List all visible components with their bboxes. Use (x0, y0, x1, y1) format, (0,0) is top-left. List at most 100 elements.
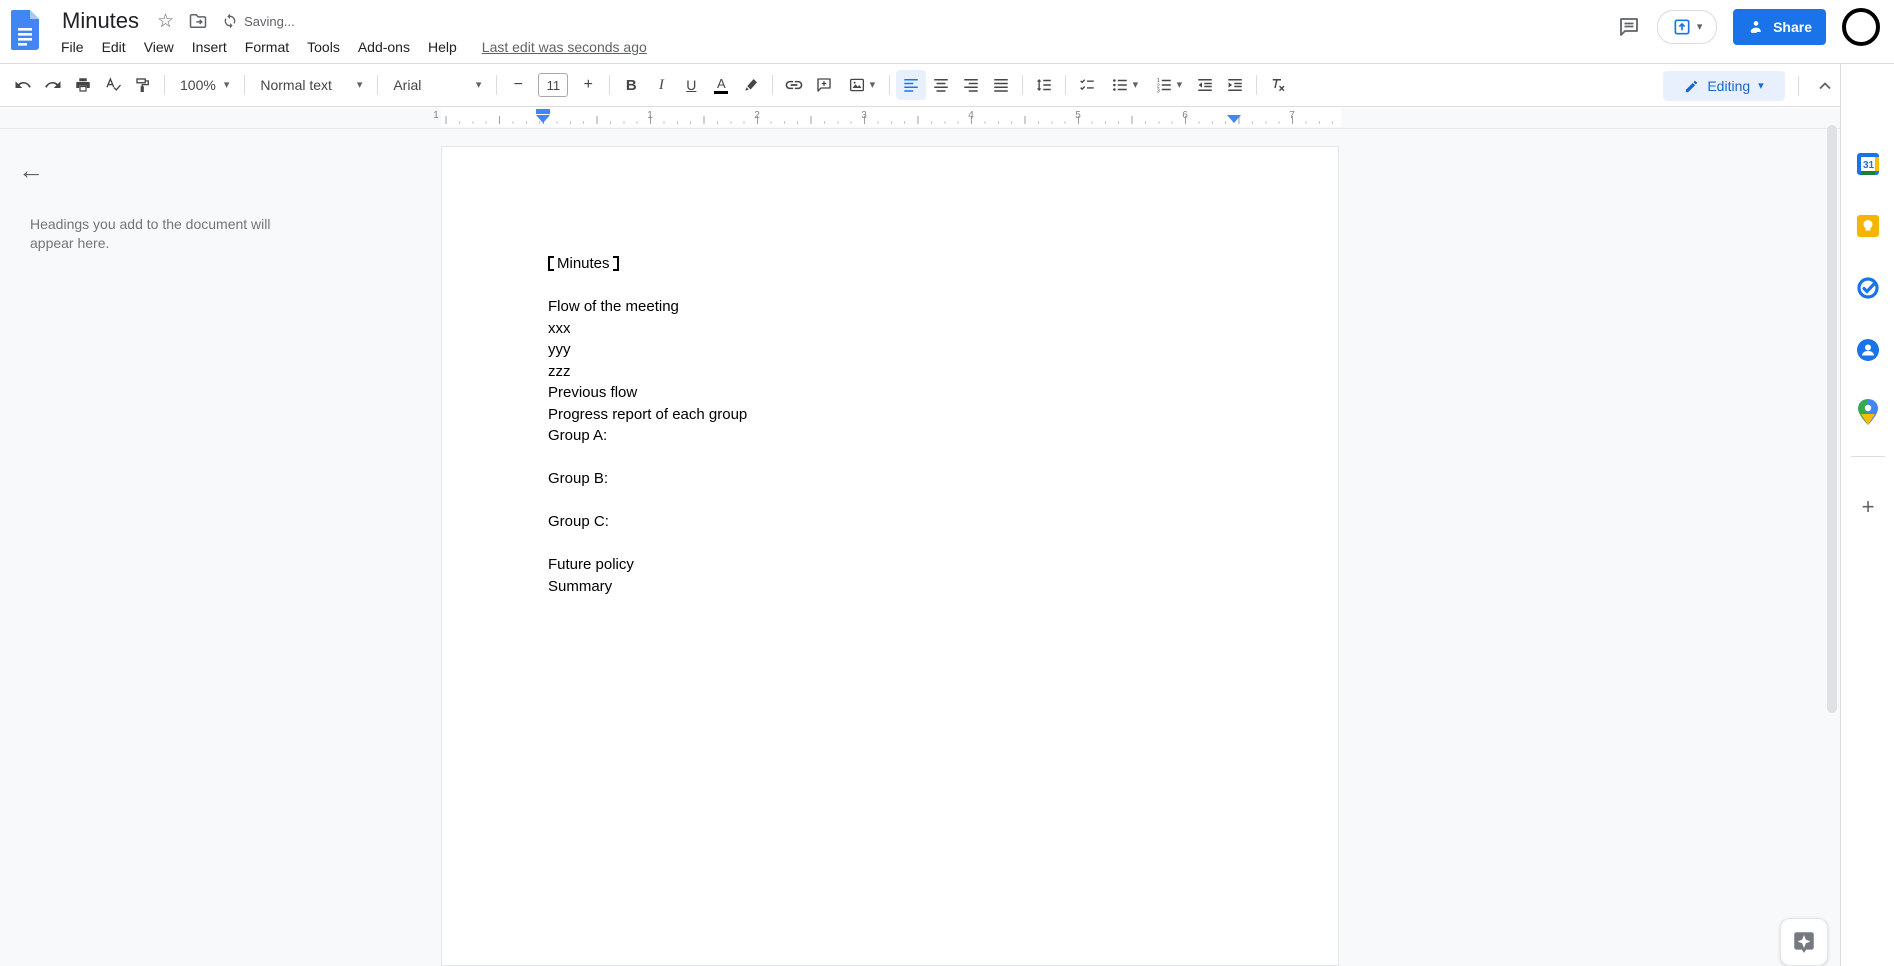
outline-placeholder-text: Headings you add to the document will ap… (30, 216, 271, 251)
decrease-font-size-button[interactable]: − (503, 70, 533, 100)
text-color-button[interactable]: A (706, 70, 736, 100)
toolbar-separator (889, 75, 891, 95)
menu-item[interactable]: Help (419, 34, 466, 60)
insert-image-button[interactable]: ▾ (839, 70, 883, 100)
highlight-color-button[interactable] (736, 70, 766, 100)
toolbar: 100% ▾ Normal text ▾ Arial ▾ − 11 + B I … (0, 64, 1840, 107)
open-in-button[interactable]: ▾ (1657, 10, 1718, 44)
google-tasks-icon[interactable] (1855, 275, 1881, 301)
menu-item[interactable]: Insert (183, 34, 236, 60)
share-person-icon (1750, 21, 1761, 33)
comment-history-icon[interactable] (1617, 15, 1641, 39)
menu-bar: File Edit View Insert Format Tools Add-ons Help… (52, 34, 647, 60)
dropdown-arrow-icon: ▾ (475, 78, 482, 91)
add-comment-button[interactable] (809, 70, 839, 100)
underline-button[interactable]: U (676, 70, 706, 100)
ruler-inch-num: 4 (968, 110, 974, 121)
print-button[interactable] (68, 70, 98, 100)
share-button[interactable]: Share (1733, 9, 1826, 45)
chevron-up-icon (1819, 82, 1831, 90)
ruler-inch-num: 7 (1289, 110, 1295, 121)
docs-logo-icon[interactable] (11, 10, 39, 50)
account-avatar[interactable] (1842, 8, 1880, 46)
increase-indent-button[interactable] (1220, 70, 1250, 100)
ruler-inch-num: 2 (754, 110, 760, 121)
document-canvas: ← Headings you add to the document will … (0, 129, 1840, 966)
first-line-indent-marker[interactable] (536, 109, 550, 114)
align-center-button[interactable] (926, 70, 956, 100)
document-title[interactable]: Minutes (58, 6, 143, 36)
menu-item[interactable]: Add-ons (349, 34, 419, 60)
editing-mode-button[interactable]: Editing ▾ (1663, 71, 1785, 101)
toolbar-separator (1256, 75, 1258, 95)
right-lenticular-bracket-icon (612, 256, 619, 272)
doc-title-line: Minutes (548, 253, 747, 275)
decrease-indent-button[interactable] (1190, 70, 1220, 100)
toolbar-separator (609, 75, 611, 95)
bulleted-list-button[interactable]: ▾ (1102, 70, 1146, 100)
bold-button[interactable]: B (616, 70, 646, 100)
undo-button[interactable] (8, 70, 38, 100)
paragraph-styles-select[interactable]: Normal text ▾ (251, 70, 371, 100)
insert-link-button[interactable] (779, 70, 809, 100)
explore-button[interactable] (1780, 918, 1828, 966)
doc-line: Previous flow (548, 384, 638, 401)
redo-button[interactable] (38, 70, 68, 100)
share-button-label: Share (1773, 19, 1812, 35)
doc-line (548, 490, 747, 512)
align-left-button[interactable] (896, 70, 927, 100)
ruler[interactable]: 1 1 2 3 4 5 6 7 (0, 108, 1894, 129)
paragraph-style-value: Normal text (260, 77, 332, 93)
vertical-scrollbar[interactable] (1827, 125, 1837, 713)
google-contacts-icon[interactable] (1855, 337, 1881, 363)
ruler-inch-numbers: 1 2 3 4 5 6 7 (0, 108, 1894, 128)
zoom-select[interactable]: 100% ▾ (171, 70, 238, 100)
menu-item[interactable]: Tools (298, 34, 349, 60)
checklist-button[interactable] (1072, 70, 1102, 100)
menu-items: File Edit View Insert Format Tools Add-ons Help (52, 34, 466, 60)
google-maps-icon[interactable] (1855, 399, 1881, 425)
document-page[interactable]: Minutes Flow of the meeting xxx yyy zzz Prev… (441, 146, 1339, 966)
pencil-icon (1686, 80, 1698, 92)
rail-divider (1851, 456, 1885, 457)
doc-line: Future policy (548, 556, 634, 573)
menu-item[interactable]: File (52, 34, 93, 60)
ruler-inch-num: 5 (1075, 110, 1081, 121)
close-outline-arrow-icon[interactable]: ← (18, 157, 44, 183)
right-indent-marker[interactable] (1227, 115, 1241, 123)
doc-line: Summary (548, 577, 613, 595)
justify-button[interactable] (986, 70, 1016, 100)
saving-status-text: Saving... (244, 13, 295, 29)
menu-item[interactable]: Format (236, 34, 298, 60)
move-to-folder-icon[interactable] (188, 11, 208, 31)
clear-formatting-button[interactable] (1263, 70, 1293, 100)
doc-line: zzz (548, 362, 571, 380)
line-spacing-button[interactable] (1029, 70, 1059, 100)
dropdown-arrow-icon: ▾ (223, 78, 230, 91)
google-calendar-icon[interactable]: 31 (1855, 151, 1881, 177)
numbered-list-button[interactable]: 123 ▾ (1146, 70, 1190, 100)
header-actions: ▾ Share (1617, 8, 1880, 46)
doc-line (548, 533, 747, 555)
hide-menus-button[interactable] (1810, 71, 1840, 101)
last-edit-link[interactable]: Last edit was seconds ago (482, 34, 647, 60)
increase-font-size-button[interactable]: + (573, 70, 603, 100)
get-add-ons-button[interactable]: + (1855, 494, 1881, 520)
menu-item[interactable]: View (135, 34, 183, 60)
text-color-icon: A (714, 77, 729, 94)
font-select[interactable]: Arial ▾ (384, 70, 490, 100)
menu-item[interactable]: Edit (93, 34, 135, 60)
paint-format-button[interactable] (128, 70, 158, 100)
star-icon[interactable]: ☆ (157, 12, 174, 31)
font-size-value[interactable]: 11 (538, 73, 569, 97)
left-indent-marker[interactable] (536, 115, 550, 123)
spelling-check-button[interactable] (98, 70, 128, 100)
saving-status: Saving... (222, 13, 295, 29)
google-keep-icon[interactable] (1855, 213, 1881, 239)
svg-text:31: 31 (1863, 160, 1875, 171)
italic-button[interactable]: I (646, 70, 676, 100)
align-right-button[interactable] (956, 70, 986, 100)
toolbar-separator (772, 75, 774, 95)
zoom-value: 100% (180, 77, 216, 93)
svg-text:3: 3 (1156, 89, 1159, 95)
